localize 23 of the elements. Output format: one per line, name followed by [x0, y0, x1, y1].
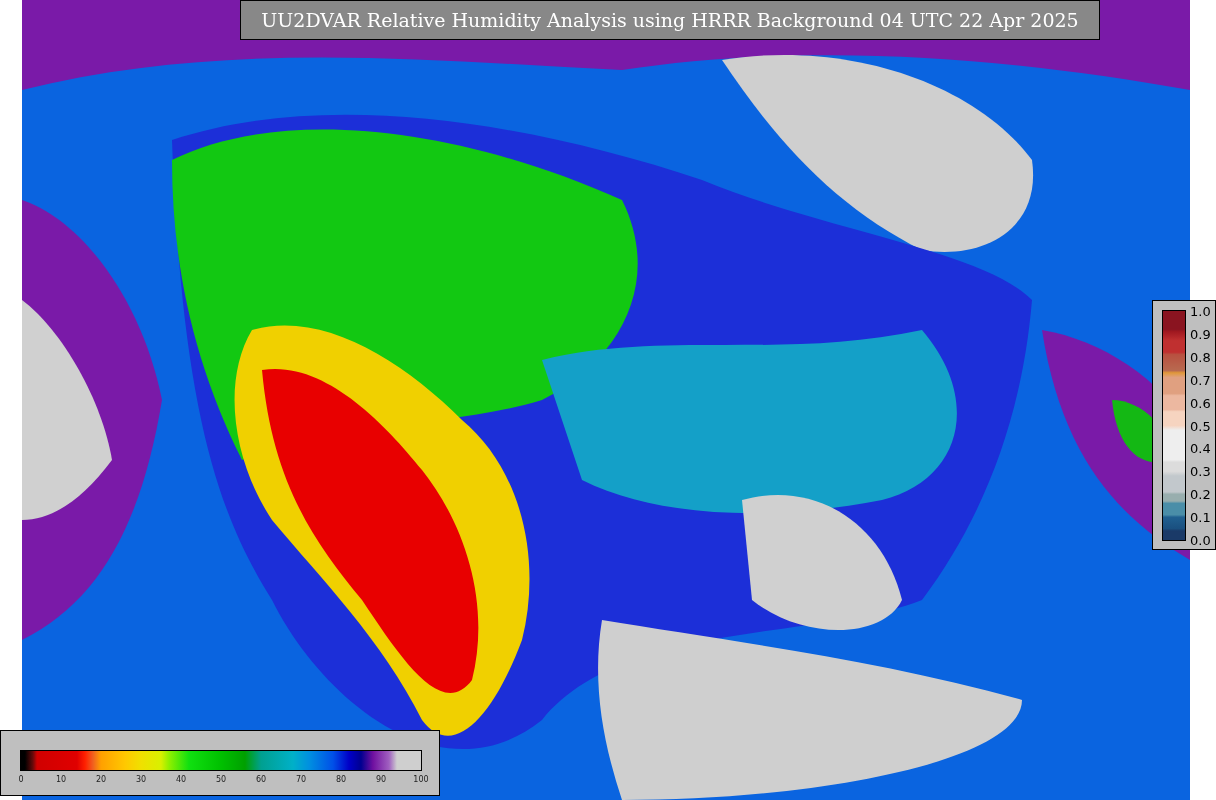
tick-label: 70 — [295, 775, 307, 784]
tick-label: 0.8 — [1190, 349, 1211, 365]
tick-label: 20 — [95, 775, 107, 784]
tick-label: 10 — [55, 775, 67, 784]
map-title: UU2DVAR Relative Humidity Analysis using HRRR Background 04 UTC 22 Apr 2025 — [240, 0, 1100, 40]
tick-label: 60 — [255, 775, 267, 784]
tick-label: 30 — [135, 775, 147, 784]
tick-label: 100 — [413, 775, 429, 784]
tick-label: 0 — [18, 775, 24, 784]
tick-label: 0.0 — [1190, 532, 1211, 548]
tick-label: 0.7 — [1190, 372, 1211, 388]
tick-label: 0.1 — [1190, 509, 1211, 525]
tick-label: 40 — [175, 775, 187, 784]
tick-label: 0.2 — [1190, 486, 1211, 502]
tick-label: 0.9 — [1190, 326, 1211, 342]
tick-label: 0.3 — [1190, 463, 1211, 479]
tick-label: 90 — [375, 775, 387, 784]
tick-label: 1.0 — [1190, 303, 1211, 319]
tick-label: 50 — [215, 775, 227, 784]
tick-label: 0.5 — [1190, 418, 1211, 433]
tick-label: 80 — [335, 775, 347, 784]
tick-label: 0.4 — [1190, 440, 1211, 456]
tick-label: 0.6 — [1190, 395, 1211, 411]
